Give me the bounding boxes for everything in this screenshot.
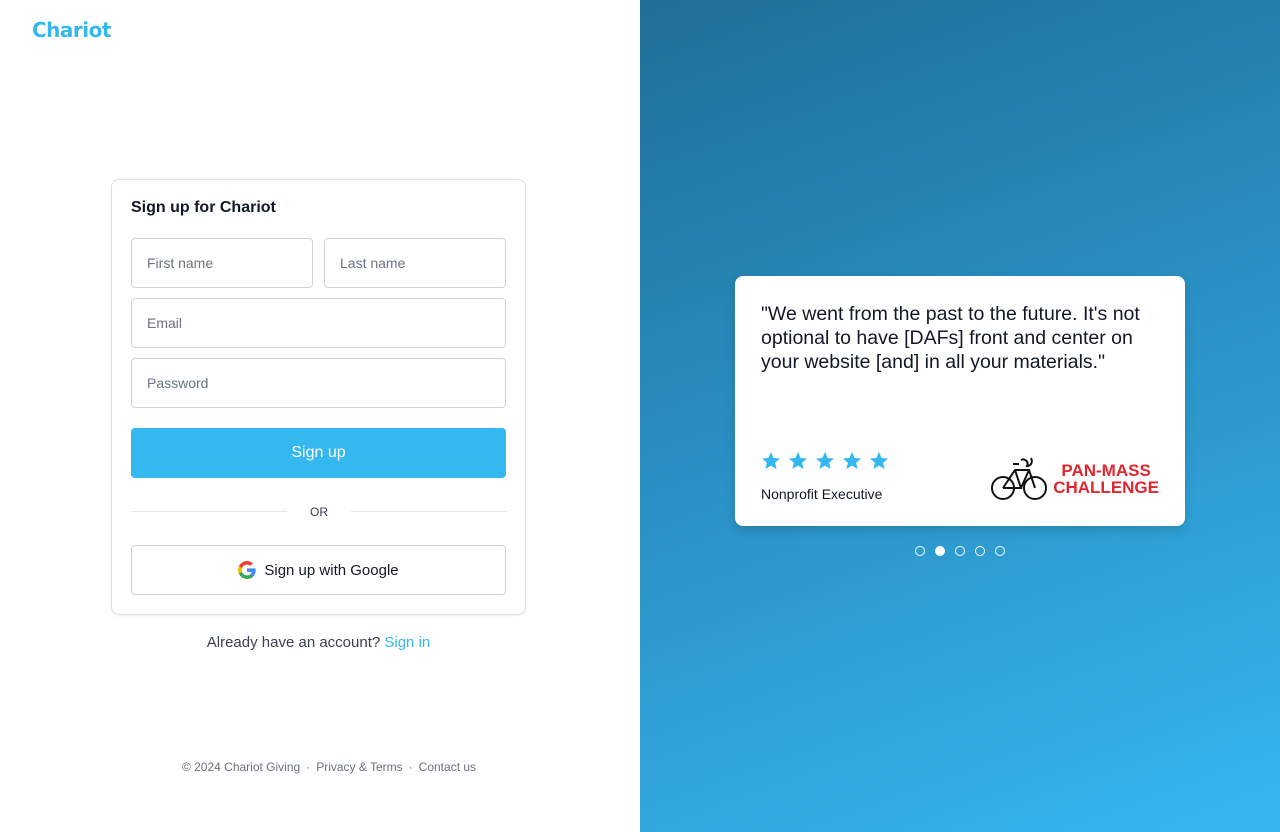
carousel-dot[interactable] xyxy=(935,546,945,556)
footer-separator: · xyxy=(408,760,413,774)
org-logo-line1: PAN-MASS xyxy=(1061,461,1151,480)
rating-stars xyxy=(761,451,889,471)
testimonial-card: "We went from the past to the future. It… xyxy=(735,276,1185,526)
testimonial-quote: "We went from the past to the future. It… xyxy=(761,303,1140,373)
sign-up-button[interactable]: Sign up xyxy=(131,428,506,478)
org-logo-line2: CHALLENGE xyxy=(1053,478,1159,497)
carousel-dot[interactable] xyxy=(955,546,965,556)
carousel-dot[interactable] xyxy=(915,546,925,556)
signin-prompt-text: Already have an account? xyxy=(206,634,381,651)
testimonial-author-role: Nonprofit Executive xyxy=(761,486,883,502)
testimonial-panel: "We went from the past to the future. It… xyxy=(640,0,1280,832)
last-name-input[interactable] xyxy=(324,238,506,288)
footer: © 2024 Chariot Giving · Privacy & Terms · Co… xyxy=(0,760,658,774)
pan-mass-challenge-wordmark: PAN-MASS CHALLENGE xyxy=(1053,462,1159,496)
star-icon xyxy=(843,452,861,469)
signup-card: Sign up for Chariot Sign up OR Sign up w… xyxy=(111,179,526,615)
footer-separator: · xyxy=(306,760,311,774)
privacy-terms-link[interactable]: Privacy & Terms xyxy=(316,760,402,774)
cyclist-logo-icon xyxy=(991,457,1048,500)
carousel-indicator xyxy=(915,546,1005,556)
carousel-dot[interactable] xyxy=(975,546,985,556)
google-icon xyxy=(238,561,256,579)
or-divider-text: OR xyxy=(310,505,328,519)
google-button-label: Sign up with Google xyxy=(264,561,399,579)
copyright-text: © 2024 Chariot Giving xyxy=(181,760,301,774)
sign-in-link[interactable]: Sign in xyxy=(384,634,430,651)
star-icon xyxy=(816,452,834,469)
divider-line-left xyxy=(131,511,287,512)
carousel-dot[interactable] xyxy=(995,546,1005,556)
google-sign-up-button[interactable]: Sign up with Google xyxy=(131,545,506,595)
email-input[interactable] xyxy=(131,298,506,348)
signup-title: Sign up for Chariot xyxy=(131,199,276,216)
signin-prompt: Already have an account? Sign in xyxy=(0,634,637,651)
chariot-logo[interactable]: Chariot xyxy=(32,18,111,42)
star-icon xyxy=(789,452,807,469)
contact-us-link[interactable]: Contact us xyxy=(419,760,476,774)
password-input[interactable] xyxy=(131,358,506,408)
first-name-input[interactable] xyxy=(131,238,313,288)
star-icon xyxy=(762,452,780,469)
signup-panel: Chariot Sign up for Chariot Sign up OR S… xyxy=(0,0,640,832)
star-icon xyxy=(870,452,888,469)
pan-mass-challenge-logo: PAN-MASS CHALLENGE xyxy=(991,456,1159,502)
divider-line-right xyxy=(351,511,507,512)
